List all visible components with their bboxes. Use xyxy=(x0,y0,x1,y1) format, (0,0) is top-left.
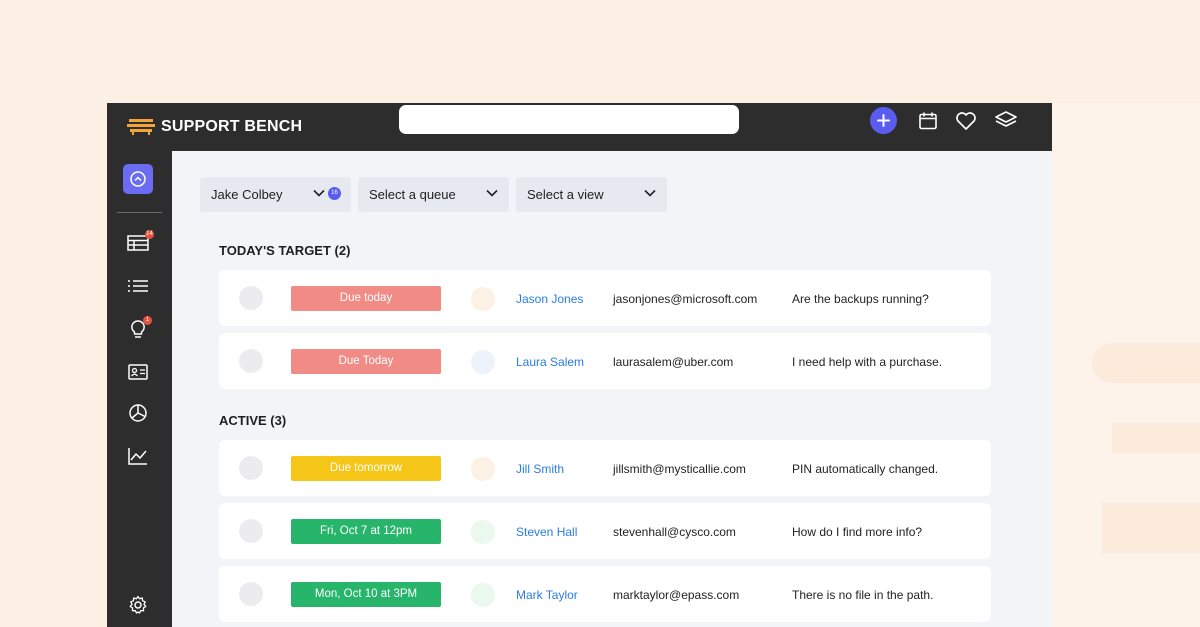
sidebar-item-reports[interactable] xyxy=(127,402,149,424)
queue-select-label: Select a queue xyxy=(369,187,456,202)
queue-select[interactable]: Select a queue xyxy=(358,177,509,212)
customer-email: stevenhall@cysco.com xyxy=(613,525,736,539)
background-panel xyxy=(1052,103,1200,627)
ticket-subject[interactable]: I need help with a purchase. xyxy=(792,355,942,369)
agent-select-label: Jake Colbey xyxy=(211,187,283,202)
agent-count-badge: 16 xyxy=(328,187,341,200)
calendar-icon xyxy=(919,112,937,130)
due-badge: Mon, Oct 10 at 3PM xyxy=(291,582,441,607)
customer-name-link[interactable]: Steven Hall xyxy=(516,525,577,539)
contact-card-icon xyxy=(128,364,148,380)
line-chart-icon xyxy=(128,448,147,465)
view-select-label: Select a view xyxy=(527,187,604,202)
due-badge: Fri, Oct 7 at 12pm xyxy=(291,519,441,544)
sidebar-item-ideas[interactable]: 1 xyxy=(127,316,152,340)
section-title-todays-target: TODAY'S TARGET (2) xyxy=(219,243,351,258)
tickets-badge: 14 xyxy=(145,230,154,239)
pie-chart-icon xyxy=(129,404,147,422)
search-input[interactable] xyxy=(399,105,739,134)
ticket-row[interactable]: Due tomorrow Jill Smith jillsmith@mystic… xyxy=(219,440,991,496)
customer-email: marktaylor@epass.com xyxy=(613,588,740,602)
view-select[interactable]: Select a view xyxy=(516,177,667,212)
plus-icon xyxy=(877,114,890,127)
sidebar-item-list[interactable] xyxy=(127,275,149,297)
decorative-shape xyxy=(1092,343,1200,383)
favorites-button[interactable] xyxy=(954,109,978,133)
sidebar-item-tickets[interactable]: 14 xyxy=(127,230,154,254)
heart-icon xyxy=(956,112,976,130)
row-select-checkbox[interactable] xyxy=(239,519,263,543)
bench-logo-icon xyxy=(127,119,155,135)
chevron-down-icon xyxy=(486,189,498,197)
ticket-row[interactable]: Mon, Oct 10 at 3PM Mark Taylor marktaylo… xyxy=(219,566,991,622)
sidebar: 14 1 xyxy=(107,151,172,627)
list-icon xyxy=(128,280,148,292)
customer-name-link[interactable]: Laura Salem xyxy=(516,355,584,369)
avatar xyxy=(471,520,495,544)
decorative-shape xyxy=(1102,503,1200,553)
avatar xyxy=(471,583,495,607)
brand-logo[interactable]: SUPPORT BENCH xyxy=(127,112,302,142)
row-select-checkbox[interactable] xyxy=(239,456,263,480)
layers-icon xyxy=(995,111,1017,127)
customer-name-link[interactable]: Jason Jones xyxy=(516,292,583,306)
calendar-button[interactable] xyxy=(916,109,940,133)
decorative-shape xyxy=(1112,423,1200,453)
ticket-row[interactable]: Due Today Laura Salem laurasalem@uber.co… xyxy=(219,333,991,389)
customer-email: jasonjones@microsoft.com xyxy=(613,292,758,306)
due-badge: Due Today xyxy=(291,349,441,374)
avatar xyxy=(471,287,495,311)
ticket-subject[interactable]: PIN automatically changed. xyxy=(792,462,938,476)
ticket-row[interactable]: Due today Jason Jones jasonjones@microso… xyxy=(219,270,991,326)
row-select-checkbox[interactable] xyxy=(239,349,263,373)
top-bar: SUPPORT BENCH xyxy=(107,103,1052,151)
due-badge: Due today xyxy=(291,286,441,311)
ticket-subject[interactable]: Are the backups running? xyxy=(792,292,929,306)
app-window: SUPPORT BENCH 14 1 Jake Colbey 16 Select… xyxy=(107,103,1052,627)
customer-name-link[interactable]: Jill Smith xyxy=(516,462,564,476)
due-badge: Due tomorrow xyxy=(291,456,441,481)
sidebar-divider xyxy=(117,212,162,213)
add-button[interactable] xyxy=(870,107,897,134)
row-select-checkbox[interactable] xyxy=(239,286,263,310)
ticket-row[interactable]: Fri, Oct 7 at 12pm Steven Hall stevenhal… xyxy=(219,503,991,559)
ticket-subject[interactable]: How do I find more info? xyxy=(792,525,922,539)
sidebar-item-settings[interactable] xyxy=(127,594,149,616)
customer-email: jillsmith@mysticallie.com xyxy=(613,462,746,476)
customer-email: laurasalem@uber.com xyxy=(613,355,734,369)
chevron-down-icon xyxy=(644,189,656,197)
customer-name-link[interactable]: Mark Taylor xyxy=(516,588,578,602)
chevron-down-icon xyxy=(313,189,325,197)
gear-icon xyxy=(129,595,147,614)
avatar xyxy=(471,457,495,481)
section-title-active: ACTIVE (3) xyxy=(219,413,287,428)
brand-name: SUPPORT BENCH xyxy=(161,118,303,135)
layers-button[interactable] xyxy=(994,109,1018,133)
sidebar-item-analytics[interactable] xyxy=(127,445,149,467)
ideas-badge: 1 xyxy=(143,316,152,325)
ticket-subject[interactable]: There is no file in the path. xyxy=(792,588,933,602)
sidebar-item-contacts[interactable] xyxy=(127,361,149,383)
dashboard-icon xyxy=(130,171,146,187)
sidebar-item-dashboard[interactable] xyxy=(123,164,153,194)
avatar xyxy=(471,350,495,374)
agent-select[interactable]: Jake Colbey 16 xyxy=(200,177,351,212)
row-select-checkbox[interactable] xyxy=(239,582,263,606)
